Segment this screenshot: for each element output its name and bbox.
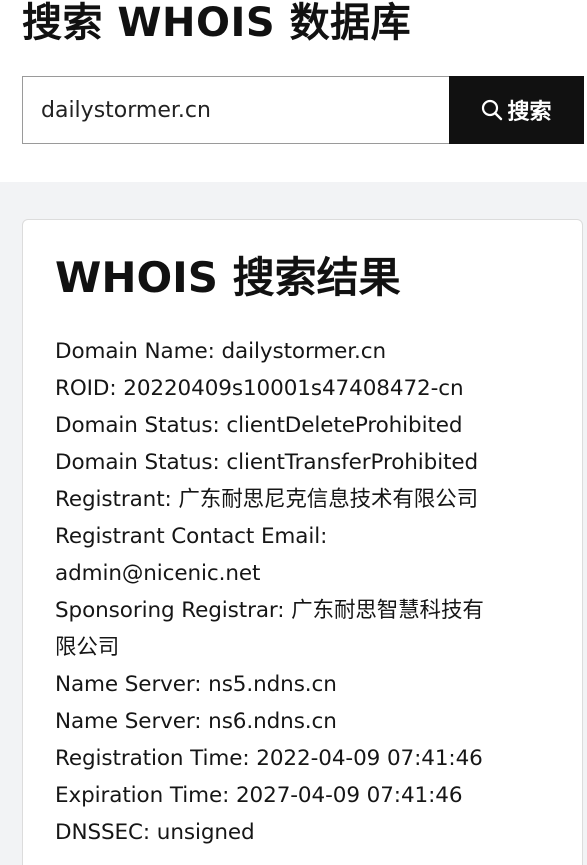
- search-icon: [481, 99, 503, 121]
- whois-result-line: Expiration Time: 2027-04-09 07:41:46: [55, 783, 463, 808]
- results-card: WHOIS 搜索结果 Domain Name: dailystormer.cn …: [22, 219, 583, 865]
- whois-result-line: admin@nicenic.net: [55, 561, 261, 586]
- whois-result-line: Domain Name: dailystormer.cn: [55, 339, 387, 364]
- whois-result-line: Domain Status: clientTransferProhibited: [55, 450, 479, 475]
- whois-result-line: Registration Time: 2022-04-09 07:41:46: [55, 746, 483, 771]
- page-title: 搜索 WHOIS 数据库: [22, 0, 412, 46]
- search-input[interactable]: [22, 76, 449, 144]
- search-panel: 搜索 WHOIS 数据库 搜索: [0, 0, 587, 182]
- whois-result-line: Name Server: ns6.ndns.cn: [55, 709, 337, 734]
- whois-result-line: Registrant: 广东耐思尼克信息技术有限公司: [55, 487, 479, 512]
- whois-result-line: 限公司: [55, 635, 120, 660]
- search-button-label: 搜索: [507, 100, 552, 125]
- whois-result-line: Domain Status: clientDeleteProhibited: [55, 413, 463, 438]
- whois-result-line: Name Server: ns5.ndns.cn: [55, 672, 337, 697]
- whois-result-list: Domain Name: dailystormer.cn ROID: 20220…: [55, 333, 545, 851]
- results-title: WHOIS 搜索结果: [55, 253, 401, 302]
- search-form: 搜索: [22, 76, 584, 144]
- whois-result-line: Sponsoring Registrar: 广东耐思智慧科技有: [55, 598, 484, 623]
- whois-result-line: Registrant Contact Email:: [55, 524, 328, 549]
- whois-result-line: ROID: 20220409s10001s47408472-cn: [55, 376, 464, 401]
- whois-result-line: DNSSEC: unsigned: [55, 820, 255, 845]
- search-button[interactable]: 搜索: [449, 76, 584, 144]
